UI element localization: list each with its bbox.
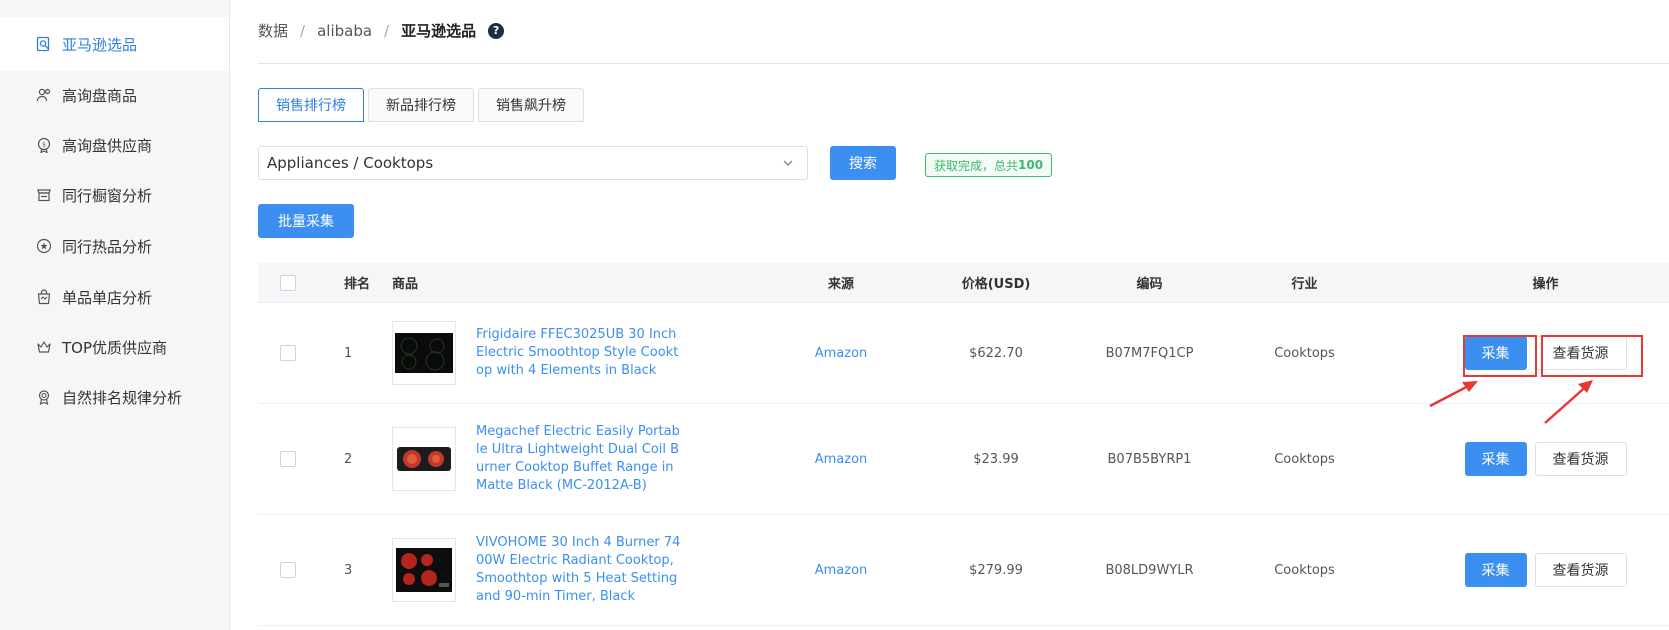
breadcrumb: 数据 / alibaba / 亚马逊选品 ? bbox=[258, 20, 505, 41]
header-operations: 操作 bbox=[1532, 277, 1559, 292]
batch-collect-button[interactable]: 批量采集 bbox=[258, 204, 354, 238]
sidebar-item-single-product-store[interactable]: 单品单店分析 bbox=[0, 270, 229, 324]
collect-button[interactable]: 采集 bbox=[1464, 442, 1527, 476]
header-code: 编码 bbox=[1136, 277, 1163, 292]
table-header: 排名 商品 来源 价格(USD) 编码 行业 操作 bbox=[258, 263, 1669, 303]
collect-button[interactable]: 采集 bbox=[1464, 553, 1527, 587]
status-text: 获取完成，总共 bbox=[934, 158, 1019, 173]
sidebar-item-label: 高询盘商品 bbox=[62, 86, 138, 105]
shopping-bag-icon bbox=[36, 289, 52, 305]
row-checkbox[interactable] bbox=[280, 451, 296, 467]
sidebar: 亚马逊选品 高询盘商品 $ 高询盘供应商 同行橱窗分析 同行热品分析 单品单店分… bbox=[0, 0, 230, 630]
row-checkbox[interactable] bbox=[280, 562, 296, 578]
breadcrumb-separator: / bbox=[300, 21, 306, 40]
sidebar-item-label: 单品单店分析 bbox=[62, 288, 153, 307]
sidebar-item-top-suppliers[interactable]: TOP优质供应商 bbox=[0, 320, 229, 374]
user-group-icon bbox=[36, 87, 52, 103]
sidebar-item-peer-showcase[interactable]: 同行橱窗分析 bbox=[0, 168, 229, 222]
breadcrumb-item-data[interactable]: 数据 bbox=[258, 20, 288, 41]
product-title-link[interactable]: Megachef Electric Easily Portable Ultra … bbox=[476, 423, 681, 495]
row-code: B08LD9WYLR bbox=[1105, 562, 1194, 578]
help-icon[interactable]: ? bbox=[488, 22, 505, 39]
main-content: 数据 / alibaba / 亚马逊选品 ? 销售排行榜 新品排行榜 销售飙升榜… bbox=[230, 0, 1669, 630]
breadcrumb-item-alibaba[interactable]: alibaba bbox=[317, 22, 372, 40]
source-link[interactable]: Amazon bbox=[752, 346, 930, 361]
table-row: 1 Frigidaire FFEC3025UB 30 Inch Electric… bbox=[258, 303, 1669, 404]
category-select[interactable]: Appliances / Cooktops bbox=[258, 146, 808, 180]
supplier-badge-icon: $ bbox=[36, 137, 52, 153]
row-rank: 2 bbox=[344, 451, 353, 467]
view-source-button[interactable]: 查看货源 bbox=[1534, 553, 1627, 587]
product-thumbnail[interactable] bbox=[392, 427, 456, 491]
row-code: B07M7FQ1CP bbox=[1105, 345, 1194, 361]
sidebar-item-label: 同行热品分析 bbox=[62, 237, 153, 256]
header-price: 价格(USD) bbox=[961, 277, 1031, 292]
tab-rising-ranking[interactable]: 销售飙升榜 bbox=[478, 88, 584, 122]
star-circle-icon bbox=[36, 238, 52, 254]
crown-icon bbox=[36, 339, 52, 355]
sidebar-item-label: 自然排名规律分析 bbox=[62, 388, 183, 407]
sidebar-item-amazon-selection[interactable]: 亚马逊选品 bbox=[0, 17, 229, 71]
svg-text:$: $ bbox=[42, 142, 46, 149]
product-title-link[interactable]: VIVOHOME 30 Inch 4 Burner 7400W Electric… bbox=[476, 534, 681, 606]
sidebar-item-label: TOP优质供应商 bbox=[62, 338, 168, 357]
annotation-box-collect bbox=[1463, 335, 1537, 377]
table-row: 2 Megachef Electric Easily Portable Ultr… bbox=[258, 404, 1669, 515]
select-all-checkbox[interactable] bbox=[280, 274, 296, 291]
source-link[interactable]: Amazon bbox=[752, 452, 930, 467]
header-product: 商品 bbox=[392, 277, 419, 292]
chevron-down-icon bbox=[781, 156, 795, 170]
header-divider bbox=[258, 63, 1669, 64]
sidebar-item-label: 亚马逊选品 bbox=[62, 35, 138, 54]
header-rank: 排名 bbox=[344, 277, 371, 292]
header-source: 来源 bbox=[827, 277, 854, 292]
search-doc-icon bbox=[36, 36, 52, 52]
sidebar-item-high-inquiry-products[interactable]: 高询盘商品 bbox=[0, 68, 229, 122]
annotation-box-view-source bbox=[1541, 335, 1643, 377]
source-link[interactable]: Amazon bbox=[752, 563, 930, 578]
product-thumbnail[interactable] bbox=[392, 538, 456, 602]
row-industry: Cooktops bbox=[1274, 451, 1335, 467]
status-count: 100 bbox=[1018, 158, 1044, 172]
breadcrumb-separator: / bbox=[384, 21, 390, 40]
row-industry: Cooktops bbox=[1274, 562, 1335, 578]
sidebar-item-peer-hot-products[interactable]: 同行热品分析 bbox=[0, 219, 229, 273]
product-table: 排名 商品 来源 价格(USD) 编码 行业 操作 1 Frigidaire F… bbox=[258, 263, 1669, 626]
category-select-value: Appliances / Cooktops bbox=[267, 154, 434, 172]
table-row: 3 VIVOHOME 30 Inch 4 Burner 7400W Electr… bbox=[258, 515, 1669, 626]
ranking-tabs: 销售排行榜 新品排行榜 销售飙升榜 bbox=[258, 88, 588, 122]
tab-sales-ranking[interactable]: 销售排行榜 bbox=[258, 88, 364, 122]
sidebar-item-label: 高询盘供应商 bbox=[62, 136, 153, 155]
row-price: $23.99 bbox=[973, 451, 1019, 467]
sidebar-item-label: 同行橱窗分析 bbox=[62, 186, 153, 205]
product-thumbnail[interactable] bbox=[392, 321, 456, 385]
award-icon bbox=[36, 389, 52, 405]
view-source-button[interactable]: 查看货源 bbox=[1534, 442, 1627, 476]
row-code: B07B5BYRP1 bbox=[1107, 451, 1192, 467]
tab-new-ranking[interactable]: 新品排行榜 bbox=[368, 88, 474, 122]
storefront-icon bbox=[36, 187, 52, 203]
row-rank: 1 bbox=[344, 345, 353, 361]
header-industry: 行业 bbox=[1291, 277, 1318, 292]
breadcrumb-current: 亚马逊选品 bbox=[401, 22, 477, 40]
row-price: $279.99 bbox=[969, 562, 1023, 578]
product-title-link[interactable]: Frigidaire FFEC3025UB 30 Inch Electric S… bbox=[476, 326, 681, 380]
search-button[interactable]: 搜索 bbox=[830, 146, 896, 180]
row-price: $622.70 bbox=[969, 345, 1023, 361]
row-checkbox[interactable] bbox=[280, 345, 296, 361]
sidebar-item-natural-ranking[interactable]: 自然排名规律分析 bbox=[0, 370, 229, 424]
row-industry: Cooktops bbox=[1274, 345, 1335, 361]
sidebar-item-high-inquiry-suppliers[interactable]: $ 高询盘供应商 bbox=[0, 118, 229, 172]
row-rank: 3 bbox=[344, 562, 353, 578]
status-badge: 获取完成，总共 100 bbox=[925, 153, 1053, 177]
